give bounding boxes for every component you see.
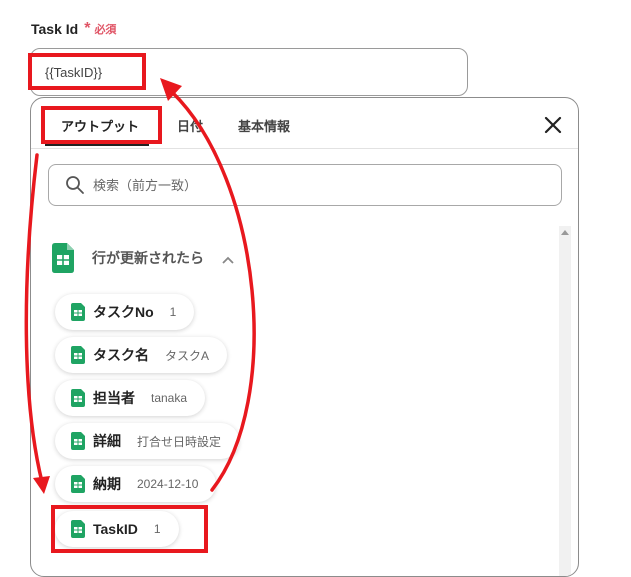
item-label: TaskID: [93, 521, 138, 537]
output-item-taskid[interactable]: TaskID 1: [55, 511, 179, 547]
field-label: Task Id * 必須: [31, 20, 116, 38]
item-value: tanaka: [151, 391, 188, 405]
output-item-assignee[interactable]: 担当者 tanaka: [55, 380, 206, 416]
chevron-up-icon[interactable]: [222, 256, 234, 264]
tab-basic-info[interactable]: 基本情報: [238, 116, 290, 135]
scrollbar[interactable]: [559, 226, 571, 576]
output-item-due-date[interactable]: 納期 2024-12-10: [55, 466, 217, 502]
google-sheets-icon: [71, 389, 85, 407]
required-mark: *: [84, 20, 91, 37]
field-label-text: Task Id: [31, 21, 79, 37]
tab-output[interactable]: アウトプット: [61, 116, 139, 135]
group-title: 行が更新されたら: [92, 250, 204, 266]
google-sheets-icon: [71, 303, 85, 321]
output-picker-panel: アウトプット 日付 基本情報 行が更新されたら: [30, 97, 579, 577]
group-header[interactable]: 行が更新されたら: [52, 240, 234, 276]
output-item-details[interactable]: 詳細 打合せ日時設定: [55, 423, 240, 459]
tab-active-indicator: [45, 143, 149, 146]
item-value: 1: [153, 522, 161, 536]
search-input[interactable]: [91, 176, 515, 194]
item-label: 詳細: [93, 433, 121, 449]
item-label: 担当者: [93, 390, 135, 406]
search-icon: [66, 176, 84, 194]
google-sheets-icon: [71, 432, 85, 450]
google-sheets-icon: [52, 243, 74, 273]
scroll-up-arrow-icon[interactable]: [561, 230, 569, 235]
required-text: 必須: [94, 24, 117, 36]
item-value: 打合せ日時設定: [137, 434, 222, 449]
output-item-task-no[interactable]: タスクNo 1: [55, 294, 195, 330]
output-item-task-name[interactable]: タスク名 タスクA: [55, 337, 228, 373]
item-value: 2024-12-10: [137, 477, 199, 491]
google-sheets-icon: [71, 346, 85, 364]
close-icon: [544, 116, 562, 134]
tabs-divider: [31, 148, 578, 149]
search-box[interactable]: [48, 164, 562, 206]
google-sheets-icon: [71, 475, 85, 493]
task-id-input[interactable]: {{TaskID}}: [30, 48, 468, 96]
item-value: 1: [169, 305, 177, 319]
task-id-input-value[interactable]: {{TaskID}}: [45, 65, 102, 80]
item-value: タスクA: [165, 348, 210, 363]
google-sheets-icon: [71, 520, 85, 538]
tab-bar: アウトプット 日付 基本情報: [31, 98, 578, 148]
tab-date[interactable]: 日付: [177, 116, 203, 135]
item-label: 納期: [93, 476, 121, 492]
item-label: タスクNo: [93, 304, 154, 320]
close-button[interactable]: [536, 108, 570, 142]
item-label: タスク名: [93, 347, 149, 363]
